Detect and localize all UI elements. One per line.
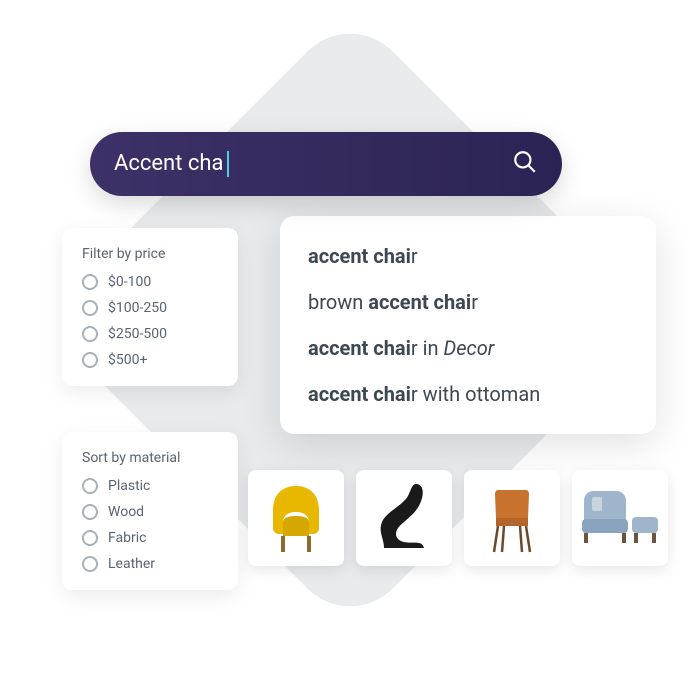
filter-price-option[interactable]: $100-250 <box>82 300 218 316</box>
filter-price-title: Filter by price <box>82 246 218 262</box>
suggestion-item[interactable]: accent chair <box>308 244 628 268</box>
product-thumb-orange-chair[interactable] <box>464 470 560 566</box>
radio-icon <box>82 326 98 342</box>
filter-material-title: Sort by material <box>82 450 218 466</box>
radio-icon <box>82 530 98 546</box>
sort-by-material-card: Sort by material Plastic Wood Fabric Lea… <box>62 432 238 590</box>
radio-icon <box>82 504 98 520</box>
radio-icon <box>82 478 98 494</box>
radio-icon <box>82 556 98 572</box>
product-thumb-yellow-chair[interactable] <box>248 470 344 566</box>
radio-icon <box>82 274 98 290</box>
suggestion-item[interactable]: accent chair with ottoman <box>308 382 628 406</box>
text-cursor <box>227 151 229 177</box>
product-thumb-black-chair[interactable] <box>356 470 452 566</box>
search-bar[interactable]: Accent cha <box>90 132 562 196</box>
radio-icon <box>82 352 98 368</box>
filter-price-option[interactable]: $500+ <box>82 352 218 368</box>
radio-icon <box>82 300 98 316</box>
filter-material-option[interactable]: Wood <box>82 504 218 520</box>
suggestion-item[interactable]: accent chair in Decor <box>308 336 628 360</box>
filter-price-option[interactable]: $250-500 <box>82 326 218 342</box>
product-thumb-blue-chair-ottoman[interactable] <box>572 470 668 566</box>
filter-price-option[interactable]: $0-100 <box>82 274 218 290</box>
search-suggestions-dropdown: accent chair brown accent chair accent c… <box>280 216 656 434</box>
suggestion-item[interactable]: brown accent chair <box>308 290 628 314</box>
filter-material-option[interactable]: Plastic <box>82 478 218 494</box>
search-icon[interactable] <box>512 149 538 179</box>
filter-material-option[interactable]: Leather <box>82 556 218 572</box>
filter-by-price-card: Filter by price $0-100 $100-250 $250-500… <box>62 228 238 386</box>
filter-material-option[interactable]: Fabric <box>82 530 218 546</box>
search-input-text[interactable]: Accent cha <box>114 151 512 177</box>
product-thumbnails-row <box>248 470 668 566</box>
